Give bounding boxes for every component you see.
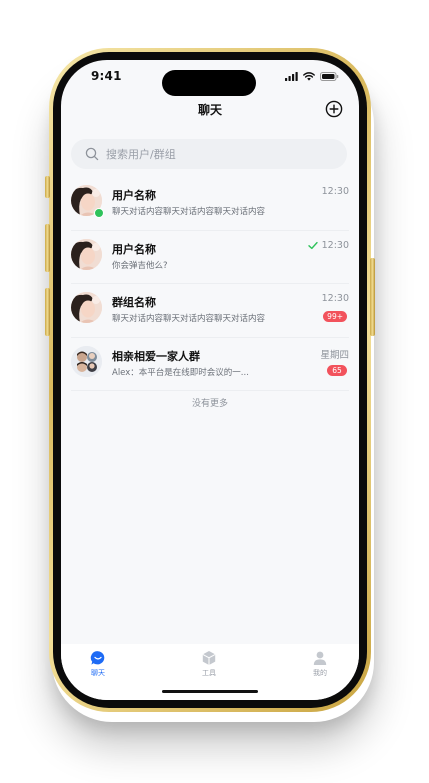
chat-time: 12:30 (321, 239, 349, 251)
action-button (45, 176, 50, 198)
dynamic-island (162, 70, 256, 96)
person-icon (313, 651, 327, 665)
tab-label: 工具 (202, 669, 216, 677)
app-screen: 9:41 聊天 搜索用户/群组 用户名称 聊天对话内容聊天对话内容聊天对话内容 … (61, 60, 359, 700)
chat-bubble-icon (90, 651, 105, 665)
search-icon (85, 147, 99, 161)
unread-badge: 65 (327, 364, 347, 376)
chat-row[interactable]: 用户名称 你会弹吉他么? 12:30 (71, 231, 349, 284)
online-status-dot (94, 208, 104, 218)
read-check-icon (308, 241, 318, 249)
battery-icon (320, 72, 339, 81)
tab-chat[interactable]: 聊天 (68, 650, 128, 678)
chat-preview: Alex：本平台是在线即时会议的一... (112, 367, 249, 378)
cube-icon (202, 651, 216, 665)
chat-name: 用户名称 (112, 242, 156, 256)
chat-preview: 你会弹吉他么? (112, 260, 168, 271)
chat-time: 12:30 (321, 186, 349, 197)
wifi-icon (303, 72, 315, 81)
group-avatar (71, 345, 102, 377)
chat-list: 用户名称 聊天对话内容聊天对话内容聊天对话内容 12:30 用户名称 你会弹吉他… (61, 177, 359, 391)
chat-row[interactable]: 相亲相爱一家人群 Alex：本平台是在线即时会议的一... 星期四 65 (71, 338, 349, 391)
search-bar[interactable] (71, 139, 347, 169)
tab-label: 聊天 (91, 669, 105, 677)
tab-bar: 聊天 工具 我的 (61, 644, 359, 700)
cellular-signal-icon (285, 72, 298, 81)
status-icons (285, 72, 339, 81)
volume-down-button (45, 288, 50, 336)
volume-up-button (45, 224, 50, 272)
tab-tools[interactable]: 工具 (179, 650, 239, 678)
page-title: 聊天 (197, 103, 222, 117)
chat-row[interactable]: 群组名称 聊天对话内容聊天对话内容聊天对话内容 12:30 99+ (71, 284, 349, 338)
chat-preview: 聊天对话内容聊天对话内容聊天对话内容 (112, 314, 266, 324)
chat-time: 星期四 (320, 349, 349, 361)
home-indicator (162, 690, 258, 693)
plus-circle-icon[interactable] (325, 100, 343, 118)
search-input[interactable] (106, 147, 326, 161)
list-footer: 没有更多 (191, 399, 228, 409)
device-mockup: 9:41 聊天 搜索用户/群组 用户名称 聊天对话内容聊天对话内容聊天对话内容 … (0, 0, 429, 783)
tab-profile[interactable]: 我的 (290, 650, 350, 678)
avatar (71, 238, 102, 270)
chat-name: 群组名称 (112, 296, 156, 309)
tab-label: 我的 (313, 669, 327, 677)
unread-badge: 99+ (323, 311, 347, 322)
status-time: 9:41 (91, 69, 122, 83)
avatar (71, 292, 102, 323)
chat-row[interactable]: 用户名称 聊天对话内容聊天对话内容聊天对话内容 12:30 (71, 177, 349, 231)
chat-name: 用户名称 (112, 189, 156, 202)
chat-preview: 聊天对话内容聊天对话内容聊天对话内容 (112, 207, 266, 217)
power-button (370, 258, 375, 336)
chat-time: 12:30 (321, 293, 349, 304)
chat-name: 相亲相爱一家人群 (112, 349, 200, 363)
